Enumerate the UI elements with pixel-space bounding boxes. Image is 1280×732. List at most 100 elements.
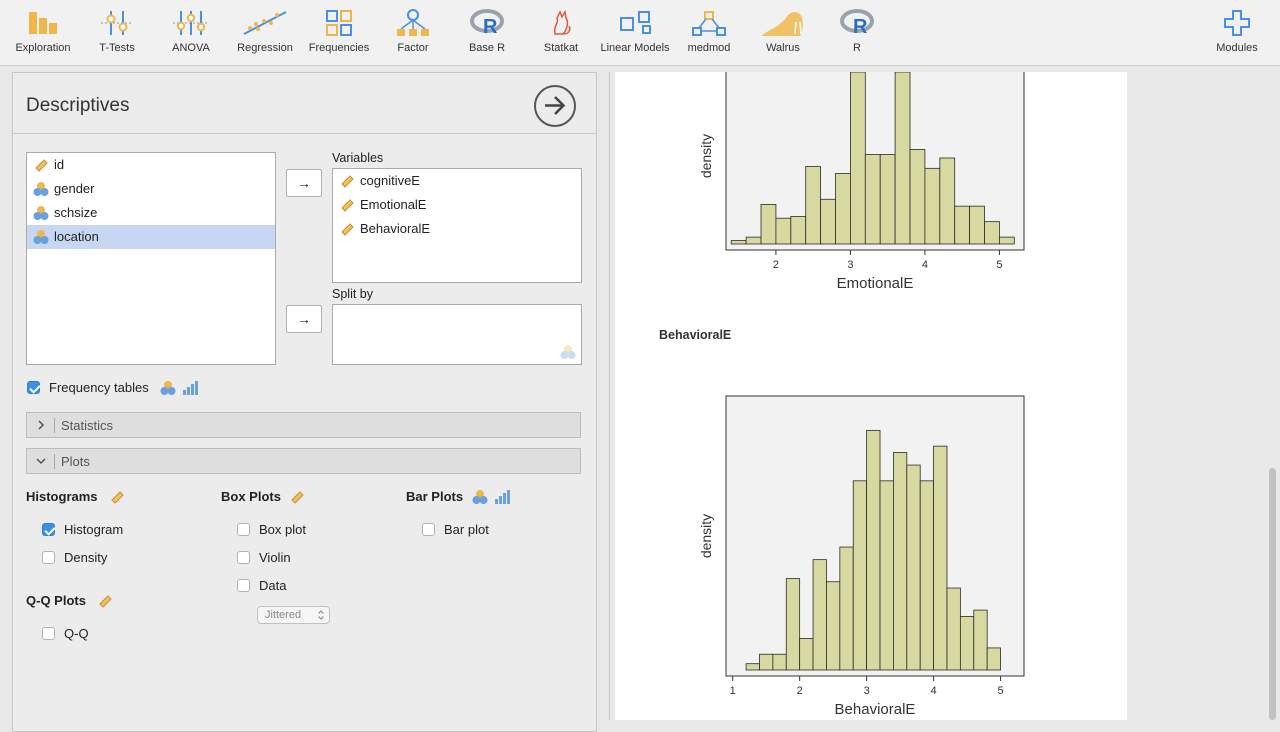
continuous-variable-icon — [341, 199, 354, 212]
x-tick-label: 4 — [931, 685, 937, 697]
histogram-bar — [745, 663, 760, 671]
histogram-bar — [893, 452, 908, 671]
ordinal-variable-icon — [495, 490, 510, 504]
histogram-bar — [933, 445, 948, 671]
bar-plot-label: Bar plot — [444, 522, 489, 537]
list-item[interactable]: id — [27, 153, 275, 177]
frequency-tables-checkbox[interactable] — [27, 381, 40, 394]
variables-target-list[interactable]: cognitiveE EmotionalE BehavioralE — [332, 168, 582, 283]
variable-name: location — [54, 229, 99, 244]
x-tick-label: 3 — [847, 259, 853, 271]
bar-plots-group-label: Bar Plots — [406, 489, 464, 504]
arrow-right-icon — [545, 96, 566, 115]
x-tick-label: 2 — [773, 259, 779, 271]
anova-icon — [173, 11, 209, 35]
plots-section-header[interactable]: Plots — [26, 448, 581, 474]
modules-button[interactable]: Modules — [1200, 4, 1274, 62]
x-tick-label: 1 — [730, 685, 736, 697]
nominal-variable-icon — [560, 345, 576, 359]
list-item[interactable]: EmotionalE — [333, 193, 581, 217]
toolbar-exploration[interactable]: Exploration — [6, 4, 80, 62]
histogram-bar — [759, 653, 774, 671]
variable-name: schsize — [54, 205, 98, 220]
results-scrollbar[interactable] — [1269, 468, 1276, 720]
toolbar-t-tests[interactable]: T-Tests — [80, 4, 154, 62]
density-label: Density — [64, 550, 108, 565]
continuous-variable-icon — [291, 491, 304, 504]
available-variables-list[interactable]: id gender schsize location — [26, 152, 276, 365]
continuous-variable-icon — [341, 223, 354, 236]
jitter-select[interactable]: Jittered — [257, 606, 330, 624]
variable-name: BehavioralE — [360, 221, 431, 236]
move-to-split-by-button[interactable]: → — [286, 305, 322, 333]
x-tick-label: 3 — [864, 685, 870, 697]
toolbar-frequencies[interactable]: Frequencies — [302, 4, 376, 62]
plus-icon — [1224, 10, 1250, 36]
qq-plots-group-label: Q-Q Plots — [26, 593, 86, 608]
toolbar-regression[interactable]: Regression — [228, 4, 302, 62]
t-tests-icon — [101, 11, 133, 35]
toolbar-walrus[interactable]: Walrus — [746, 4, 820, 62]
analysis-options-panel: Descriptives id gender schsize location … — [12, 72, 597, 732]
histogram-bar — [939, 157, 956, 245]
histogram-bar — [790, 216, 807, 245]
variable-name: cognitiveE — [360, 173, 420, 188]
nominal-variable-icon — [33, 206, 49, 220]
histogram-bar — [906, 464, 921, 671]
histogram-bar — [919, 480, 934, 671]
box-plot-checkbox[interactable] — [237, 523, 250, 536]
nominal-variable-icon — [160, 381, 176, 395]
list-item[interactable]: cognitiveE — [333, 169, 581, 193]
nominal-variable-icon — [33, 182, 49, 196]
histogram-bar — [909, 149, 926, 245]
nominal-variable-icon — [33, 230, 49, 244]
toolbar-medmod[interactable]: medmod — [672, 4, 746, 62]
list-item[interactable]: schsize — [27, 201, 275, 225]
toolbar-anova[interactable]: ANOVA — [154, 4, 228, 62]
toolbar-r[interactable]: R R — [820, 4, 894, 62]
linear-models-icon — [620, 11, 651, 34]
histogram-behavioral: 1 2 3 4 5 BehavioralE density — [698, 395, 1025, 718]
continuous-variable-icon — [111, 491, 124, 504]
data-checkbox[interactable] — [237, 579, 250, 592]
toolbar-statkat[interactable]: Statkat — [524, 4, 598, 62]
violin-checkbox[interactable] — [237, 551, 250, 564]
histogram-bar — [986, 647, 1001, 671]
toolbar-linear-models[interactable]: Linear Models — [598, 4, 672, 62]
statistics-section-header[interactable]: Statistics — [26, 412, 581, 438]
svg-text:R: R — [853, 16, 868, 38]
variable-name: EmotionalE — [360, 197, 427, 212]
bar-plot-checkbox[interactable] — [422, 523, 435, 536]
variables-label: Variables — [332, 151, 384, 165]
variable-name: gender — [54, 181, 95, 196]
histogram-bar — [879, 480, 894, 671]
toolbar-factor[interactable]: Factor — [376, 4, 450, 62]
frequency-tables-label: Frequency tables — [49, 380, 149, 395]
x-axis-label: BehavioralE — [835, 701, 916, 718]
histogram-bar — [879, 154, 896, 245]
histogram-bar — [924, 167, 941, 245]
list-item[interactable]: BehavioralE — [333, 217, 581, 241]
split-by-label: Split by — [332, 287, 373, 301]
qq-checkbox[interactable] — [42, 627, 55, 640]
histogram-bar — [745, 236, 762, 245]
histogram-bar — [820, 198, 836, 245]
medmod-icon — [692, 11, 726, 36]
r-logo-icon: R — [840, 9, 874, 38]
x-tick-label: 2 — [797, 685, 803, 697]
list-item[interactable]: gender — [27, 177, 275, 201]
move-to-variables-button[interactable]: → — [286, 169, 322, 197]
x-tick-label: 5 — [997, 685, 1003, 697]
histogram-emotionale: 2 3 4 5 EmotionalE density — [698, 72, 1025, 292]
histogram-bar — [973, 609, 988, 671]
split-by-target-list[interactable] — [332, 304, 582, 365]
list-item-selected[interactable]: location — [27, 225, 275, 249]
histogram-bar — [785, 578, 801, 671]
histogram-bar — [812, 559, 827, 671]
histogram-bar — [852, 480, 868, 671]
toolbar-base-r[interactable]: R Base R — [450, 4, 524, 62]
histogram-checkbox[interactable] — [42, 523, 55, 536]
density-checkbox[interactable] — [42, 551, 55, 564]
x-axis-label: EmotionalE — [837, 275, 914, 292]
run-analysis-button[interactable] — [534, 85, 576, 127]
